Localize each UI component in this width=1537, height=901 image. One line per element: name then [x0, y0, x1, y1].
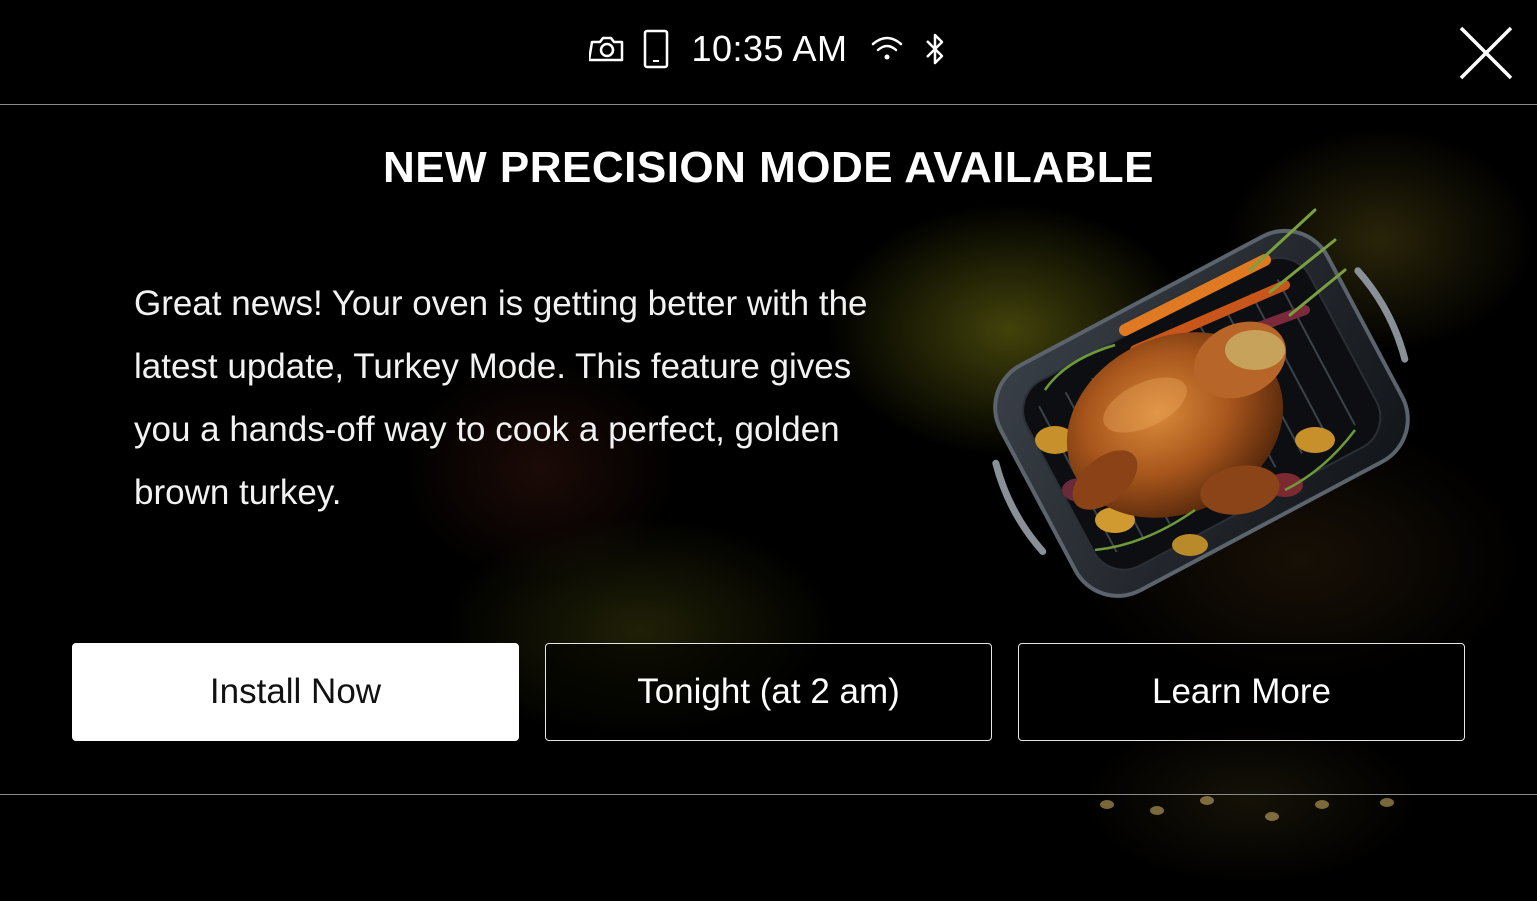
dialog-title: NEW PRECISION MODE AVAILABLE [383, 143, 1154, 192]
camera-icon [589, 34, 625, 64]
close-button[interactable] [1455, 22, 1517, 84]
status-indicators: 10:35 AM [0, 28, 1537, 70]
oven-update-screen: 10:35 AM NEW PRECISION MODE AVAILABLE Gr… [0, 0, 1537, 901]
install-now-button[interactable]: Install Now [72, 643, 519, 741]
learn-more-button[interactable]: Learn More [1018, 643, 1465, 741]
wifi-icon [870, 34, 904, 64]
install-tonight-button[interactable]: Tonight (at 2 am) [545, 643, 992, 741]
clock: 10:35 AM [691, 28, 848, 69]
close-icon [1459, 26, 1513, 80]
background-crumbs [1090, 790, 1420, 830]
status-bar: 10:35 AM [0, 0, 1537, 105]
bluetooth-icon [922, 32, 948, 66]
bottom-divider [0, 794, 1537, 795]
phone-icon [643, 29, 669, 69]
dialog-body: Great news! Your oven is getting better … [134, 284, 868, 512]
roast-turkey-image [985, 190, 1425, 610]
